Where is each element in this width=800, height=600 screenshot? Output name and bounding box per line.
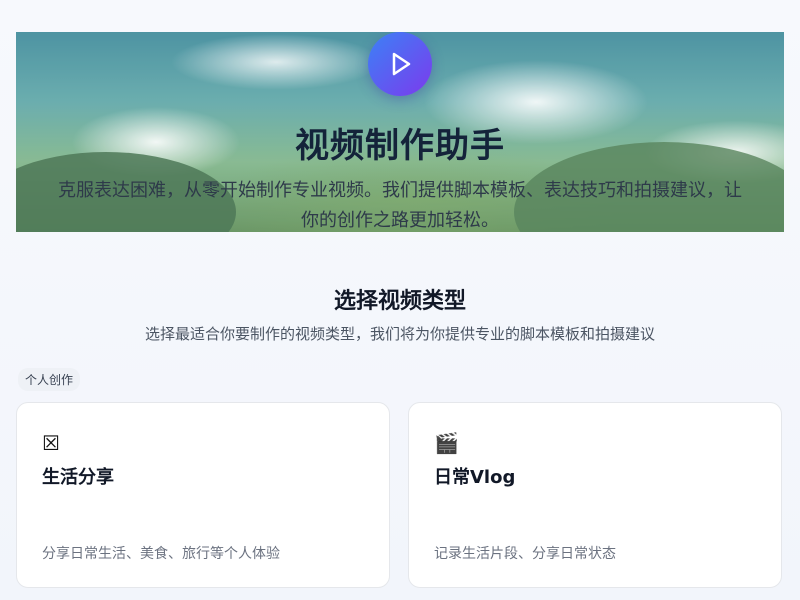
hero-banner: 视频制作助手 克服表达困难，从零开始制作专业视频。我们提供脚本模板、表达技巧和拍… <box>16 32 784 232</box>
section-subtitle: 选择最适合你要制作的视频类型，我们将为你提供专业的脚本模板和拍摄建议 <box>144 325 655 343</box>
video-type-card-vlog[interactable]: 🎬 日常Vlog 记录生活片段、分享日常状态 <box>408 402 782 588</box>
page-title: 视频制作助手 <box>295 126 505 166</box>
video-type-card-life-sharing[interactable]: ☒ 生活分享 分享日常生活、美食、旅行等个人体验 <box>16 402 390 588</box>
missing-emoji-icon: ☒ <box>42 431 60 455</box>
play-icon-glyph <box>392 52 411 76</box>
category-tag: 个人创作 <box>18 368 81 391</box>
clapperboard-icon: 🎬 <box>434 431 459 455</box>
hero-description: 克服表达困难，从零开始制作专业视频。我们提供脚本模板、表达技巧和拍摄建议，让你的… <box>58 180 742 231</box>
card-description: 分享日常生活、美食、旅行等个人体验 <box>42 546 280 562</box>
card-title: 生活分享 <box>42 467 114 488</box>
card-title: 日常Vlog <box>434 467 516 488</box>
section-title: 选择视频类型 <box>333 289 466 314</box>
card-description: 记录生活片段、分享日常状态 <box>434 546 616 562</box>
play-icon <box>368 32 432 96</box>
